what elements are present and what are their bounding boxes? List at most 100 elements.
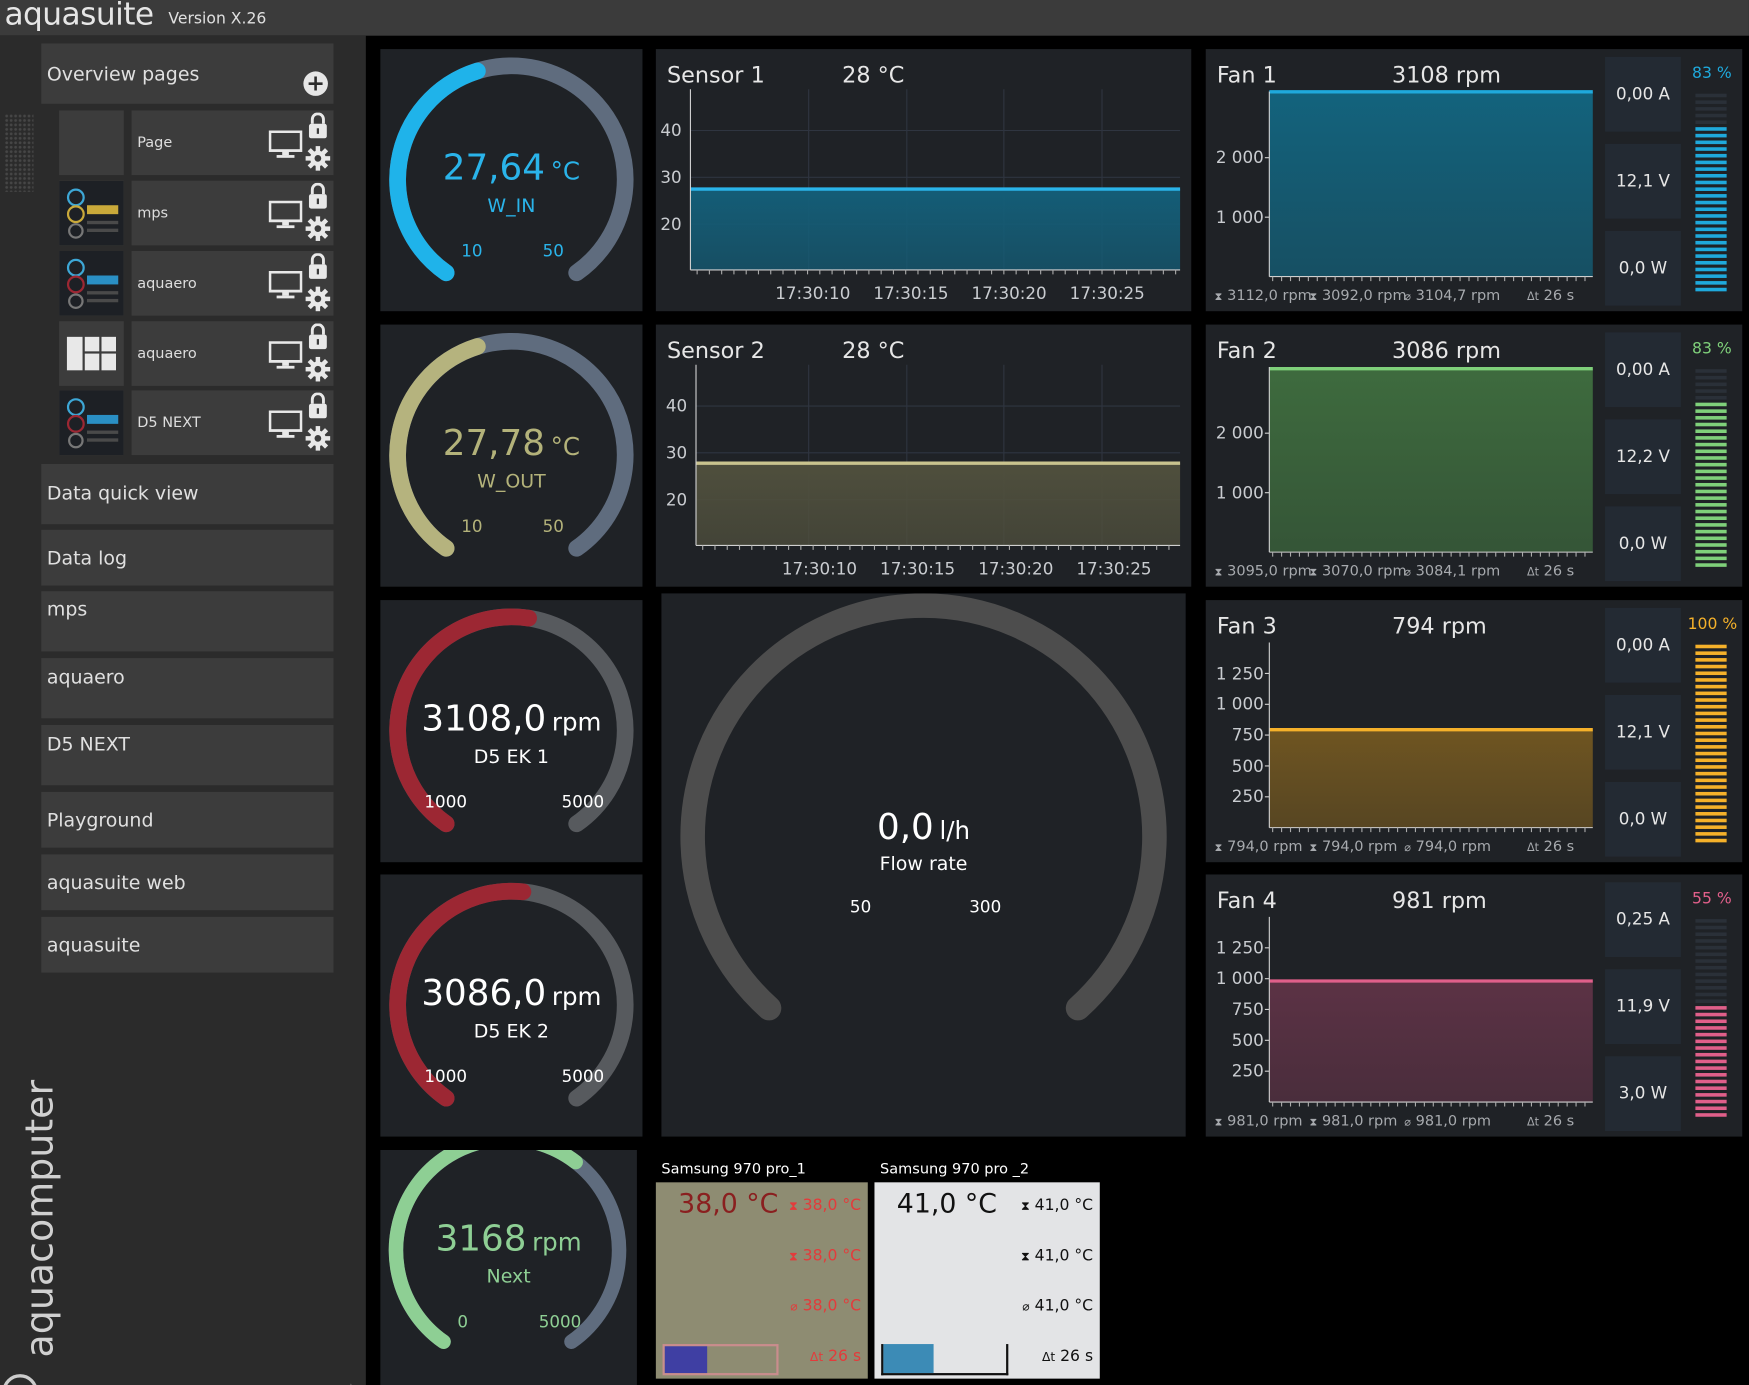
add-page-icon[interactable]: + <box>303 71 328 96</box>
gauge-name: D5 EK 1 <box>473 746 550 769</box>
fan-watts-box: 3,0 W <box>1605 1056 1681 1132</box>
sidebar-item-label: aquasuite <box>46 934 141 958</box>
ssd-title: Samsung 970 pro _2 <box>880 1161 1030 1178</box>
page-thumbnail[interactable] <box>59 390 124 456</box>
lock-icon[interactable] <box>307 392 329 424</box>
y-tick-label: 750 <box>1231 999 1264 1020</box>
gear-icon[interactable] <box>305 145 332 176</box>
stat-min-value: 794,0 rpm <box>1321 838 1398 856</box>
overview-page-item[interactable]: aquaero <box>59 321 334 387</box>
fan-volts-box: 11,9 V <box>1605 969 1681 1045</box>
stat-min-icon: ⧗ <box>789 1249 798 1264</box>
gauge-max: 5000 <box>561 791 605 813</box>
page-item-body[interactable]: mps <box>131 180 334 246</box>
sidebar-drag-handle[interactable] <box>4 113 34 192</box>
ssd-min-value: 41,0 °C <box>1034 1247 1094 1265</box>
y-tick-label: 20 <box>660 214 682 235</box>
fan-power-bar <box>1695 93 1727 292</box>
stat-avg-icon: ⌀ <box>1404 566 1412 579</box>
page-item-body[interactable]: aquaero <box>131 250 334 317</box>
overview-page-item[interactable]: mps <box>59 180 334 246</box>
sensor-chart-panel: Sensor 1 28 °C 40 30 20 17:30:10 17:30:15 17:30… <box>655 49 1192 312</box>
fan-power-bar <box>1695 919 1727 1117</box>
sidebar-item[interactable]: Data quick view <box>41 464 334 525</box>
gear-icon[interactable] <box>305 356 332 387</box>
sidebar-item[interactable]: mps <box>41 591 334 652</box>
fan-stat-time: Δt 26 s <box>1527 563 1574 580</box>
fan-amps-box: 0,00 A <box>1605 607 1681 683</box>
gauge-name: W_IN <box>487 195 536 218</box>
lock-icon[interactable] <box>307 323 329 354</box>
monitor-icon[interactable] <box>268 341 303 374</box>
sensor-plot <box>689 89 1181 275</box>
fan-stat-max: ⧗ 3095,0 rpm <box>1215 563 1312 580</box>
stat-min-icon: ⧗ <box>1309 1116 1318 1129</box>
gauge-min: 1000 <box>424 791 468 813</box>
lock-icon[interactable] <box>307 252 329 284</box>
fan-stat-min: ⧗ 3070,0 rpm <box>1309 563 1406 580</box>
flow-unit: l/h <box>939 817 971 846</box>
y-tick-label: 20 <box>665 489 688 510</box>
stat-time-value: 26 s <box>1543 838 1575 856</box>
fan-volts-value: 11,9 V <box>1615 996 1670 1017</box>
monitor-icon[interactable] <box>268 200 303 234</box>
ssd-max: ⧗ 38,0 °C <box>789 1197 861 1215</box>
fan-watts-value: 3,0 W <box>1618 1083 1668 1104</box>
gear-icon[interactable] <box>305 215 332 246</box>
gauge-max: 5000 <box>561 1066 605 1087</box>
fan-stat-min: ⧗ 794,0 rpm <box>1309 839 1397 856</box>
sidebar: Overview pages + Page mps aquaero aquaero D5… <box>0 35 366 1385</box>
sidebar-item-label: D5 NEXT <box>46 733 130 757</box>
stat-min-icon: ⧗ <box>1309 566 1318 579</box>
lock-icon[interactable] <box>307 112 329 144</box>
monitor-icon[interactable] <box>268 270 303 304</box>
sidebar-item-label: mps <box>46 598 88 622</box>
stat-time-value: 26 s <box>1543 1113 1575 1130</box>
sidebar-item[interactable]: Data log <box>41 529 334 586</box>
sidebar-item[interactable]: D5 NEXT <box>41 725 334 786</box>
fan-stat-min: ⧗ 981,0 rpm <box>1309 1113 1397 1130</box>
monitor-icon[interactable] <box>268 130 303 164</box>
lock-icon[interactable] <box>307 182 329 214</box>
fan-area <box>1269 91 1593 277</box>
page-thumbnail[interactable] <box>59 110 124 176</box>
ssd-level-fill <box>883 1344 934 1374</box>
gauge-panel: 27,64 °C W_IN 10 50 <box>380 49 643 312</box>
sidebar-item[interactable]: aquasuite <box>41 916 334 973</box>
gauge-unit: °C <box>550 158 581 187</box>
page-item-body[interactable]: Page <box>131 110 334 176</box>
overview-page-item[interactable]: Page <box>59 110 334 176</box>
page-label: Page <box>137 134 173 152</box>
overview-page-item[interactable]: aquaero <box>59 250 334 317</box>
sensor-plot <box>695 364 1181 550</box>
fan-stat-max: ⧗ 3112,0 rpm <box>1215 288 1312 305</box>
monitor-icon[interactable] <box>268 410 303 443</box>
overview-page-item[interactable]: D5 NEXT <box>59 390 334 456</box>
stat-max-icon: ⧗ <box>1214 842 1223 855</box>
sidebar-item[interactable]: aquaero <box>41 658 334 719</box>
flow-rate-panel: 0,0 l/h Flow rate 50 300 <box>661 593 1186 1137</box>
stat-max-icon: ⧗ <box>1214 566 1223 579</box>
gauge-readout: 3168 rpm <box>380 1217 637 1259</box>
page-item-body[interactable]: aquaero <box>131 321 334 387</box>
gear-icon[interactable] <box>305 425 332 456</box>
sidebar-item[interactable]: Playground <box>41 791 334 848</box>
stat-time-icon: Δt <box>1526 566 1539 579</box>
stat-max-icon: ⧗ <box>1021 1199 1030 1214</box>
ssd-level-bar <box>662 1344 779 1376</box>
x-tick-label: 17:30:20 <box>971 283 1047 304</box>
page-item-body[interactable]: D5 NEXT <box>131 390 334 456</box>
fan-volts-value: 12,2 V <box>1615 446 1670 467</box>
page-thumbnail[interactable] <box>59 321 124 386</box>
gear-icon[interactable] <box>305 286 332 317</box>
gauge-panel: 3086,0 rpm D5 EK 2 1000 5000 <box>380 874 643 1137</box>
overview-pages-header[interactable]: Overview pages + <box>41 43 334 104</box>
page-thumbnail[interactable] <box>59 180 124 246</box>
sidebar-item[interactable]: aquasuite web <box>41 854 334 911</box>
sidebar-item-label: Data log <box>46 547 128 570</box>
x-tick-label: 17:30:20 <box>978 558 1054 579</box>
page-thumbnail[interactable] <box>59 250 124 316</box>
stat-time-icon: Δt <box>1526 1116 1539 1129</box>
scroll-arrows-icon[interactable]: ▲▼ <box>346 1380 356 1385</box>
gauge-value: 27,64 <box>442 146 545 189</box>
